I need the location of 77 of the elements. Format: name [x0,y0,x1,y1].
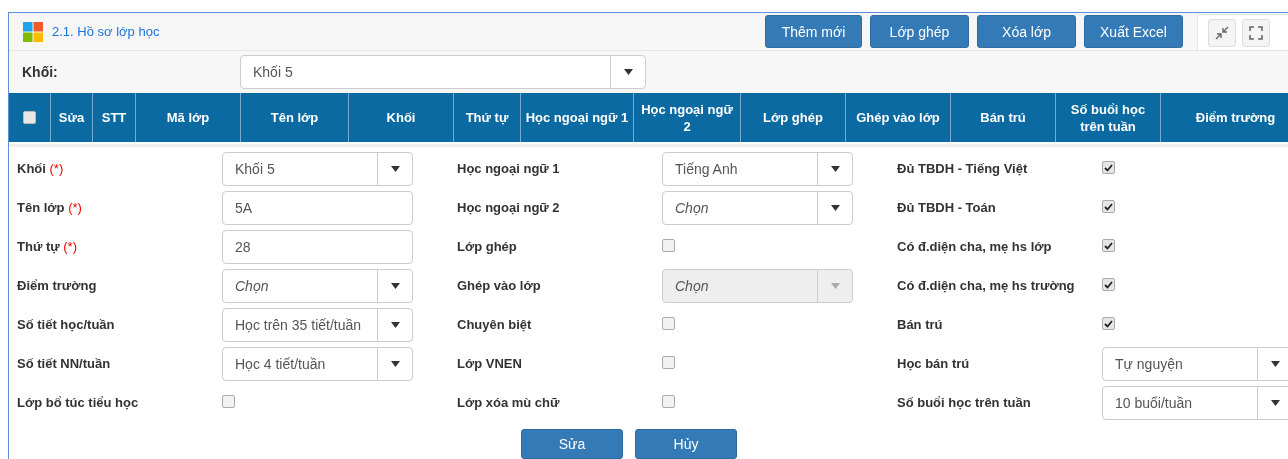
logo-icon [23,21,43,42]
field-label: Học bán trú [897,355,971,373]
field-label: Học ngoại ngữ 1 [457,160,561,178]
dropdown-field[interactable]: Tự nguyện [1102,347,1288,381]
caret-icon [390,283,400,289]
field-label: Có đ.diện cha, mẹ hs lớp [897,238,1053,256]
checkbox[interactable] [1102,278,1115,291]
field-label: Thứ tự (*) [17,238,78,256]
caret-icon [390,166,400,172]
column-header: Tên lớp [270,109,319,126]
field-label: Đủ TBDH - Toán [897,199,997,217]
field-label: Số buổi học trên tuần [897,394,1032,412]
collapse-icon[interactable] [1208,18,1236,47]
form-button[interactable]: Hủy [635,429,737,459]
caret-icon [390,322,400,328]
column-header: Thứ tự [465,109,509,126]
caret-icon [1270,361,1280,367]
column-header: Lớp ghép [763,109,823,126]
caret-icon [390,361,400,367]
input-field[interactable]: 28 [222,230,413,264]
checkbox[interactable] [662,239,675,252]
select-all-checkbox[interactable] [23,111,36,124]
field-label: Tên lớp (*) [17,199,83,217]
dropdown-field[interactable]: 10 buổi/tuần [1102,386,1288,420]
checkbox[interactable] [662,356,675,369]
caret-icon [1270,400,1280,406]
toolbar-button[interactable]: Thêm mới [765,15,862,48]
checkbox[interactable] [1102,200,1115,213]
field-label: Lớp xóa mù chữ [457,394,561,412]
dropdown-field[interactable]: Học trên 35 tiết/tuần [222,308,413,342]
column-header: Khối [386,109,416,126]
checkbox[interactable] [662,395,675,408]
field-label: Học ngoại ngữ 2 [457,199,561,217]
fullscreen-icon[interactable] [1242,18,1270,47]
column-header: Bán trú [980,109,1026,126]
column-header: Ghép vào lớp [856,109,940,126]
caret-icon [623,69,633,75]
caret-icon [830,283,840,289]
checkbox[interactable] [662,317,675,330]
grade-select[interactable]: Khối 5 [240,55,646,89]
toolbar-button[interactable]: Xuất Excel [1084,15,1183,48]
field-label: Khối (*) [17,160,65,178]
dropdown-field[interactable]: Học 4 tiết/tuần [222,347,413,381]
column-header: Học ngoại ngữ 1 [525,109,629,126]
toolbar-button[interactable]: Lớp ghép [870,15,969,48]
field-label: Số tiết NN/tuần [17,355,112,373]
filter-label: Khối: [22,64,59,80]
column-header: STT [101,109,127,126]
field-label: Điểm trường [17,277,98,295]
checkbox[interactable] [222,395,235,408]
column-header: Học ngoại ngữ 2 [640,100,734,135]
checkbox[interactable] [1102,161,1115,174]
column-header: Sửa [58,109,85,126]
field-label: Lớp VNEN [457,355,523,373]
caret-icon [830,166,840,172]
field-label: Lớp bổ túc tiểu học [17,394,140,412]
dropdown-field[interactable]: Khối 5 [222,152,413,186]
field-label: Ghép vào lớp [457,277,542,295]
panel-title: 2.1. Hồ sơ lớp học [52,24,160,39]
field-label: Đủ TBDH - Tiếng Việt [897,160,1029,178]
toolbar-button[interactable]: Xóa lớp [977,15,1076,48]
field-label: Lớp ghép [457,238,518,256]
caret-icon [830,205,840,211]
field-label: Có đ.diện cha, mẹ hs trường [897,277,1076,295]
dropdown-field[interactable]: Chọn [222,269,413,303]
field-label: Số tiết học/tuần [17,316,116,334]
field-label: Chuyên biệt [457,316,533,334]
checkbox[interactable] [1102,239,1115,252]
checkbox[interactable] [1102,317,1115,330]
column-header: Điểm trường [1195,109,1276,126]
column-header: Mã lớp [166,109,210,126]
field-label: Bán trú [897,316,944,334]
column-header: Số buổi học trên tuần [1069,100,1147,135]
form-button[interactable]: Sửa [521,429,623,459]
dropdown-field[interactable]: Chọn [662,191,853,225]
dropdown-field[interactable]: Tiếng Anh [662,152,853,186]
input-field[interactable]: 5A [222,191,413,225]
